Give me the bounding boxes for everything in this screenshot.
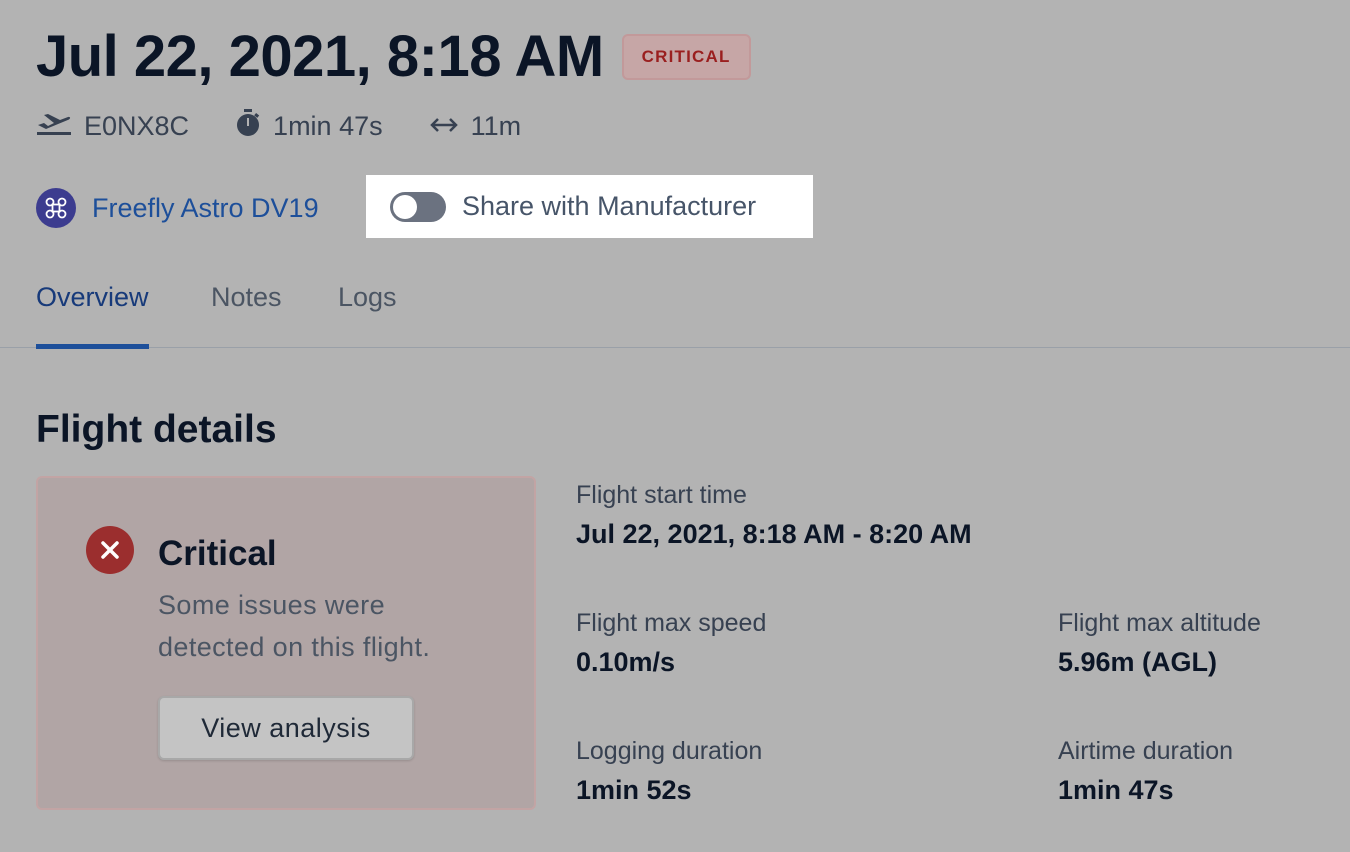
detail-logging-duration: Logging duration 1min 52s: [576, 735, 762, 807]
share-toggle-container[interactable]: Share with Manufacturer: [366, 175, 813, 238]
tab-bar: Overview Notes Logs: [0, 270, 1350, 349]
critical-alert-card: Critical Some issues were detected on th…: [36, 476, 536, 810]
distance-arrow-icon: [429, 111, 471, 142]
duration-item: 1min 47s: [235, 108, 383, 145]
share-toggle-label[interactable]: Share with Manufacturer: [462, 191, 756, 222]
aircraft-link[interactable]: Freefly Astro DV19: [92, 193, 319, 224]
detail-label: Flight max speed: [576, 609, 767, 637]
section-title: Flight details: [36, 408, 277, 451]
tab-logs[interactable]: Logs: [338, 282, 397, 348]
detail-max-speed: Flight max speed 0.10m/s: [576, 607, 766, 679]
share-toggle[interactable]: [390, 191, 446, 222]
stopwatch-icon: [235, 108, 273, 145]
detail-value: Jul 22, 2021, 8:18 AM - 8:20 AM: [576, 519, 972, 549]
drone-icon: [36, 188, 76, 228]
page-title: Jul 22, 2021, 8:18 AM: [36, 24, 604, 89]
flight-distance: 11m: [470, 110, 522, 141]
detail-max-altitude: Flight max altitude 5.96m (AGL): [1058, 607, 1261, 679]
detail-start-time: Flight start time Jul 22, 2021, 8:18 AM …: [576, 479, 972, 551]
flight-meta: E0NX8C 1min 47s 11m: [36, 106, 567, 146]
aircraft-row: Freefly Astro DV19: [36, 178, 319, 238]
detail-label: Logging duration: [576, 737, 763, 765]
tab-overview[interactable]: Overview: [36, 282, 149, 349]
toggle-knob: [393, 194, 417, 219]
plane-takeoff-icon: [36, 109, 84, 144]
flight-duration: 1min 47s: [273, 110, 383, 141]
detail-label: Airtime duration: [1058, 737, 1234, 765]
distance-item: 11m: [429, 110, 522, 142]
detail-label: Flight max altitude: [1058, 609, 1261, 637]
tab-notes[interactable]: Notes: [211, 282, 282, 348]
flight-id-item: E0NX8C: [36, 109, 189, 144]
alert-title: Critical: [158, 534, 277, 573]
page-header: Jul 22, 2021, 8:18 AM CRITICAL: [36, 24, 751, 90]
close-icon: [86, 526, 134, 574]
view-analysis-button[interactable]: View analysis: [158, 696, 414, 760]
detail-airtime-duration: Airtime duration 1min 47s: [1058, 735, 1233, 807]
detail-label: Flight start time: [576, 481, 747, 509]
flight-id: E0NX8C: [84, 110, 190, 141]
detail-value: 1min 47s: [1058, 775, 1174, 805]
status-badge: CRITICAL: [621, 34, 751, 80]
alert-description: Some issues were detected on this flight…: [158, 590, 431, 662]
detail-value: 1min 52s: [576, 775, 692, 805]
detail-value: 0.10m/s: [576, 647, 676, 677]
detail-value: 5.96m (AGL): [1058, 647, 1218, 677]
